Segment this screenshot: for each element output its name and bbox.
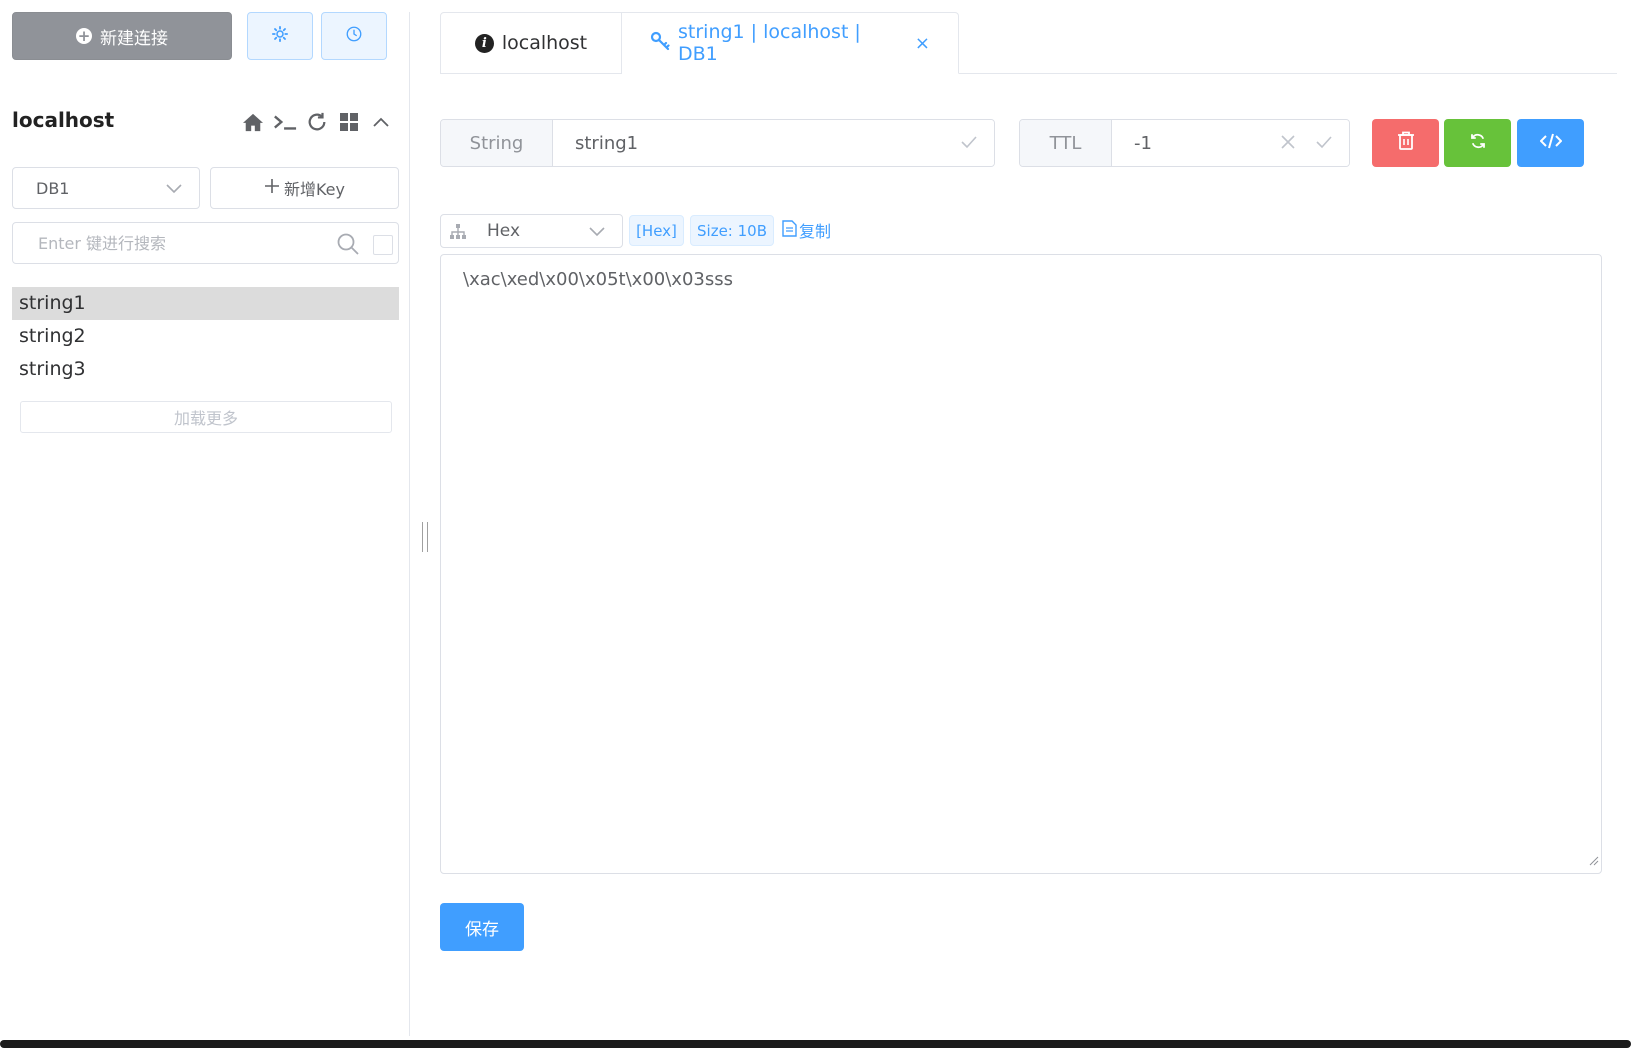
key-item-string1[interactable]: string1 [12, 287, 399, 320]
ttl-group: TTL -1 [1019, 119, 1350, 167]
tab-string1[interactable]: string1 | localhost | DB1 × [622, 12, 959, 74]
value-textarea[interactable]: \xac\xed\x00\x05t\x00\x03sss [440, 254, 1602, 874]
key-item-string3[interactable]: string3 [12, 353, 399, 386]
key-icon [650, 31, 670, 56]
connection-name: localhost [12, 108, 115, 132]
copy-label: 复制 [799, 222, 832, 241]
key-name-input[interactable]: string1 [553, 120, 994, 166]
clear-icon[interactable] [1279, 133, 1297, 156]
window-bottom-edge [0, 1040, 1631, 1048]
chevron-down-icon [165, 180, 183, 199]
load-more-button[interactable]: 加载更多 [20, 401, 392, 433]
format-tag: [Hex] [629, 215, 684, 246]
key-type-label: String [441, 120, 553, 166]
save-button[interactable]: 保存 [440, 903, 524, 951]
tab-localhost-label: localhost [501, 32, 588, 54]
search-icon[interactable] [336, 232, 360, 260]
new-key-label: 新增Key [283, 180, 345, 199]
exact-search-checkbox[interactable] [373, 235, 393, 255]
info-icon: i [474, 33, 494, 53]
key-search [12, 222, 399, 264]
history-button[interactable] [321, 12, 387, 60]
chevron-up-icon[interactable] [369, 110, 393, 134]
check-icon[interactable] [1315, 133, 1333, 156]
check-icon[interactable] [960, 133, 978, 156]
plus-circle-icon: + [76, 26, 92, 45]
resize-grip-icon[interactable] [1587, 850, 1599, 871]
tab-bar: i localhost string1 | localhost | DB1 × [440, 12, 959, 74]
value-text: \xac\xed\x00\x05t\x00\x03sss [463, 269, 733, 290]
key-name-group: String string1 [440, 119, 995, 167]
sidebar-divider [409, 12, 410, 1036]
gear-icon [271, 25, 289, 47]
delete-key-button[interactable] [1372, 119, 1439, 167]
format-select-value: Hex [487, 221, 521, 241]
size-tag: Size: 10B [690, 215, 774, 246]
ttl-label: TTL [1020, 120, 1112, 166]
plus-icon [264, 178, 280, 198]
document-icon [782, 219, 797, 241]
db-select[interactable]: DB1 [12, 167, 200, 209]
new-connection-button[interactable]: + 新建连接 [12, 12, 232, 60]
key-item-string2[interactable]: string2 [12, 320, 399, 353]
resize-handle[interactable] [422, 522, 428, 552]
db-select-value: DB1 [36, 178, 70, 198]
ttl-input[interactable]: -1 [1112, 120, 1349, 166]
new-connection-label: 新建连接 [100, 28, 168, 49]
trash-icon [1397, 131, 1415, 155]
format-select[interactable]: Hex [440, 214, 623, 248]
copy-button[interactable]: 复制 [782, 218, 831, 242]
ttl-value: -1 [1134, 132, 1152, 154]
terminal-icon[interactable] [273, 110, 297, 134]
tab-string1-label: string1 | localhost | DB1 [678, 21, 861, 65]
refresh-icon [1469, 132, 1487, 154]
tab-localhost[interactable]: i localhost [440, 12, 622, 74]
new-key-button[interactable]: 新增Key [210, 167, 399, 209]
settings-button[interactable] [247, 12, 313, 60]
key-list: string1 string2 string3 [12, 287, 399, 386]
refresh-key-button[interactable] [1444, 119, 1511, 167]
clock-icon [345, 25, 363, 47]
refresh-icon[interactable] [305, 110, 329, 134]
home-icon[interactable] [241, 110, 265, 134]
grid-icon[interactable] [337, 110, 361, 134]
code-view-button[interactable] [1517, 119, 1584, 167]
close-icon[interactable]: × [915, 33, 930, 54]
sitemap-icon [449, 223, 467, 246]
search-input[interactable] [36, 232, 316, 254]
connection-toolbar [241, 110, 393, 134]
key-name-value: string1 [575, 132, 639, 154]
code-icon [1539, 132, 1562, 154]
chevron-down-icon [588, 223, 606, 243]
